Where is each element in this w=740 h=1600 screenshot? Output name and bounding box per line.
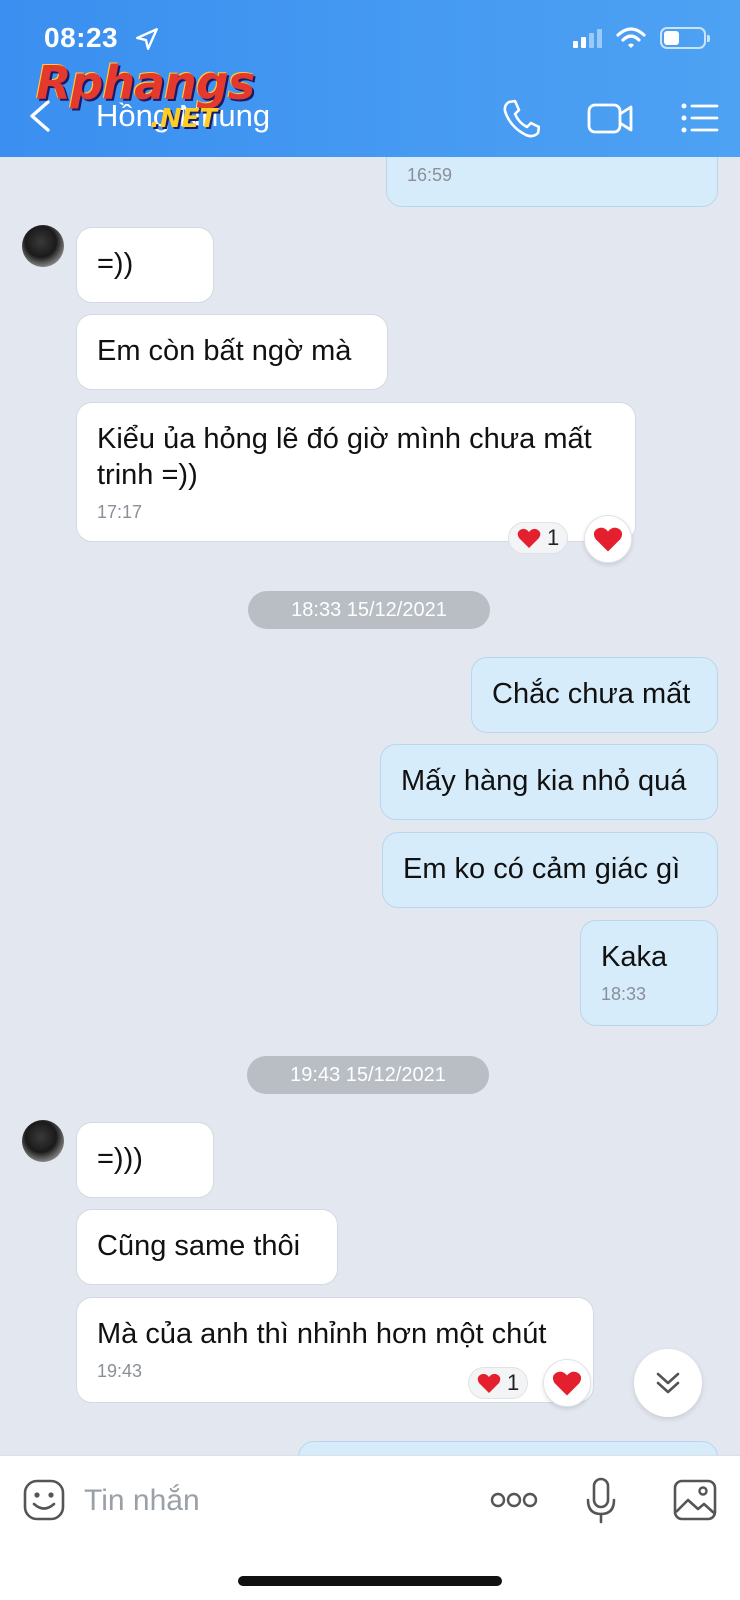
message-bubble-incoming[interactable]: Kiểu ủa hỏng lẽ đó giờ mình chưa mất tri… <box>76 402 636 542</box>
avatar[interactable] <box>22 225 64 267</box>
message-bubble-outgoing[interactable] <box>298 1441 718 1455</box>
avatar[interactable] <box>22 1120 64 1162</box>
heart-icon <box>593 527 623 552</box>
list-menu-icon[interactable] <box>680 96 720 140</box>
status-time: 08:23 <box>44 22 119 53</box>
message-bubble-incoming[interactable]: Cũng same thôi <box>76 1209 338 1285</box>
message-list[interactable]: 16:59 =)) Em còn bất ngờ mà Kiểu ủa hỏng… <box>0 157 740 1455</box>
location-arrow-icon <box>136 28 158 50</box>
scroll-to-bottom-button[interactable] <box>634 1349 702 1417</box>
message-bubble-outgoing[interactable]: Kaka 18:33 <box>580 920 718 1026</box>
message-text: Mấy hàng kia nhỏ quá <box>401 765 687 797</box>
message-bubble-incoming[interactable]: =)) <box>76 227 214 303</box>
message-bubble-outgoing[interactable]: 16:59 <box>386 157 718 207</box>
message-text: Mà của anh thì nhỉnh hơn một chút <box>97 1318 547 1350</box>
heart-icon <box>517 528 541 548</box>
message-bubble-outgoing[interactable]: Em ko có cảm giác gì <box>382 832 718 908</box>
message-bubble-outgoing[interactable]: Chắc chưa mất <box>471 657 718 733</box>
reaction-count-value: 1 <box>507 1370 520 1395</box>
heart-icon <box>477 1373 501 1393</box>
phone-icon[interactable] <box>500 96 540 140</box>
more-dots-icon[interactable] <box>490 1490 538 1510</box>
message-bubble-outgoing[interactable]: Mấy hàng kia nhỏ quá <box>380 744 718 820</box>
battery-icon <box>660 27 710 49</box>
video-call-icon[interactable] <box>586 96 634 140</box>
message-text: =))) <box>97 1143 143 1175</box>
sticker-icon[interactable] <box>22 1478 66 1522</box>
reaction-button[interactable] <box>543 1359 591 1407</box>
message-text: trinh =)) <box>97 459 198 491</box>
reaction-count-value: 1 <box>547 525 560 550</box>
date-separator: 19:43 15/12/2021 <box>247 1056 489 1094</box>
message-text: =)) <box>97 248 134 280</box>
reaction-button[interactable] <box>584 515 632 563</box>
reaction-count[interactable]: 1 <box>508 522 569 554</box>
message-text: Kaka <box>601 941 668 973</box>
watermark-logo: Rphangs <box>36 56 255 110</box>
signal-icon <box>573 28 602 48</box>
chat-header: 08:23 Hồng Nhung Rphangs .NET <box>0 0 740 157</box>
chevron-double-down-icon <box>656 1372 680 1394</box>
message-text: Cũng same thôi <box>97 1230 301 1262</box>
message-time: 18:33 <box>601 984 647 1004</box>
home-indicator <box>238 1576 502 1586</box>
message-input-bar: Tin nhắn <box>0 1455 740 1600</box>
microphone-icon[interactable] <box>584 1476 618 1526</box>
message-time: 17:17 <box>97 502 143 522</box>
reaction-count[interactable]: 1 <box>468 1367 529 1399</box>
heart-icon <box>552 1371 582 1396</box>
message-bubble-incoming[interactable]: =))) <box>76 1122 214 1198</box>
image-icon[interactable] <box>672 1478 718 1522</box>
message-input[interactable]: Tin nhắn <box>84 1484 200 1518</box>
date-separator: 18:33 15/12/2021 <box>248 591 490 629</box>
wifi-icon <box>616 27 646 48</box>
message-bubble-incoming[interactable]: Em còn bất ngờ mà <box>76 314 388 390</box>
status-icons <box>573 26 710 50</box>
message-text: Em ko có cảm giác gì <box>403 853 681 885</box>
message-text: Em còn bất ngờ mà <box>97 335 352 367</box>
message-text: Kiểu ủa hỏng lẽ đó giờ mình chưa mất <box>97 423 592 455</box>
watermark-logo-sub: .NET <box>150 104 218 134</box>
message-time: 16:59 <box>407 165 453 185</box>
message-text: Chắc chưa mất <box>492 678 691 710</box>
